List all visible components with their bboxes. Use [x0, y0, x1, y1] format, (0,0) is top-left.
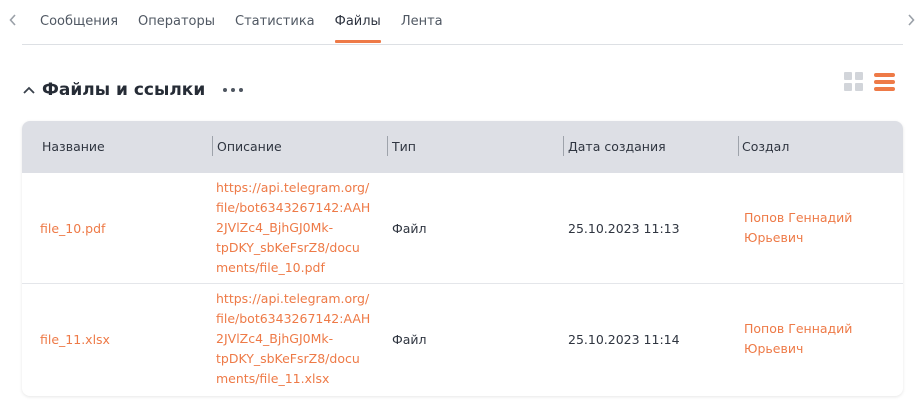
tab-files[interactable]: Файлы — [334, 0, 382, 45]
column-header-author[interactable]: Создал — [742, 121, 789, 173]
section-header: Файлы и ссылки — [22, 78, 244, 102]
more-horizontal-icon[interactable] — [223, 85, 244, 95]
column-header-created[interactable]: Дата создания — [568, 121, 666, 173]
chevron-left-icon[interactable] — [6, 11, 20, 31]
table-row[interactable]: file_10.pdf https://api.telegram.org/ fi… — [22, 173, 903, 283]
file-name-link[interactable]: file_11.xlsx — [40, 332, 110, 347]
table-row[interactable]: file_11.xlsx https://api.telegram.org/ f… — [22, 284, 903, 394]
grid-view-icon[interactable] — [844, 72, 864, 92]
table-header: Название Описание Тип Дата создания Созд… — [22, 121, 903, 173]
column-divider — [738, 136, 739, 156]
files-table: Название Описание Тип Дата создания Созд… — [22, 121, 903, 396]
tabs: Сообщения Операторы Статистика Файлы Лен… — [40, 0, 463, 45]
column-header-description[interactable]: Описание — [217, 121, 282, 173]
column-divider — [212, 136, 213, 156]
file-name-link[interactable]: file_10.pdf — [40, 221, 105, 236]
tab-feed[interactable]: Лента — [401, 0, 443, 45]
tab-bar: Сообщения Операторы Статистика Файлы Лен… — [0, 0, 924, 45]
author-link[interactable]: Попов Геннадий Юрьевич — [744, 208, 852, 248]
tab-bar-divider — [22, 44, 903, 45]
section-title: Файлы и ссылки — [42, 80, 206, 100]
tab-messages[interactable]: Сообщения — [40, 0, 118, 45]
file-description-link[interactable]: https://api.telegram.org/ file/bot634326… — [216, 289, 370, 389]
column-divider — [387, 136, 388, 156]
created-date: 25.10.2023 11:13 — [568, 221, 680, 236]
tab-operators[interactable]: Операторы — [138, 0, 215, 45]
author-link[interactable]: Попов Геннадий Юрьевич — [744, 319, 852, 359]
column-divider — [563, 136, 564, 156]
file-description-link[interactable]: https://api.telegram.org/ file/bot634326… — [216, 178, 370, 278]
file-type: Файл — [392, 332, 427, 347]
tab-statistics[interactable]: Статистика — [235, 0, 315, 45]
created-date: 25.10.2023 11:14 — [568, 332, 680, 347]
column-header-type[interactable]: Тип — [392, 121, 416, 173]
chevron-right-icon[interactable] — [904, 11, 918, 31]
column-header-name[interactable]: Название — [42, 121, 105, 173]
list-view-icon[interactable] — [874, 72, 895, 92]
file-type: Файл — [392, 221, 427, 236]
chevron-up-icon[interactable] — [22, 83, 36, 97]
